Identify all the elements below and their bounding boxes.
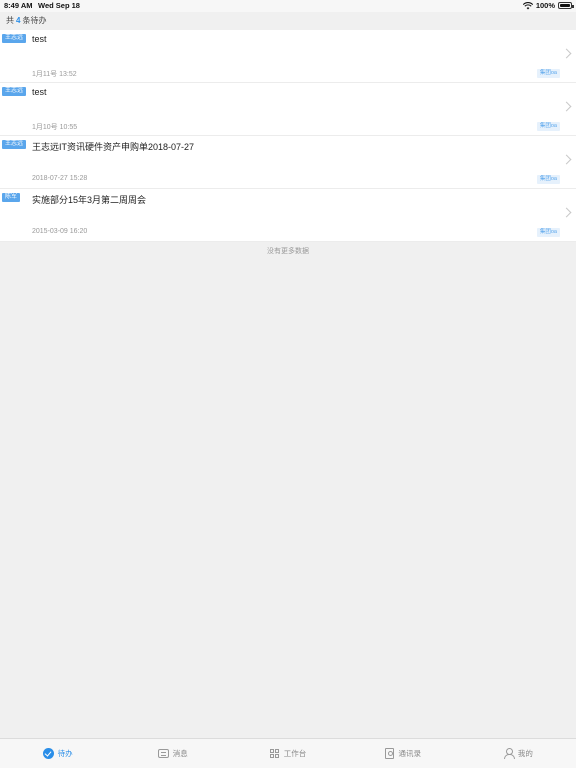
source-badge: 集团oa	[536, 175, 560, 184]
status-bar: 8:49 AM Wed Sep 18 100%	[0, 0, 576, 12]
todo-title: test	[32, 87, 47, 97]
workbench-icon	[269, 748, 280, 759]
todo-icon	[42, 748, 54, 759]
todo-title: 王志远IT资讯硬件资产申购单2018-07-27	[32, 142, 195, 152]
chevron-right-icon	[561, 207, 572, 218]
todo-title: test	[32, 34, 47, 44]
chevron-right-icon	[561, 48, 572, 59]
contacts-icon	[385, 748, 395, 759]
tab-label: 通讯录	[398, 749, 421, 758]
todo-list: 王志远 test 1月11号 13:52 集团oa 王志远 test 1月10号…	[0, 30, 576, 242]
sender-tag: 王志远	[2, 87, 27, 96]
todo-time: 1月11号 13:52	[32, 71, 77, 78]
todo-count: 4	[16, 16, 21, 25]
battery-icon	[558, 2, 574, 9]
source-badge: 集团oa	[536, 69, 560, 78]
tab-workbench[interactable]: 工作台	[230, 739, 345, 768]
todo-item[interactable]: 王志远 test 1月10号 10:55 集团oa	[0, 83, 576, 136]
tab-profile[interactable]: 我的	[461, 739, 576, 768]
source-badge: 集团oa	[536, 122, 560, 131]
status-right: 100%	[522, 1, 574, 10]
todo-time: 2015-03-09 16:20	[32, 228, 88, 235]
chevron-right-icon	[561, 101, 572, 112]
todo-item[interactable]: 王志远 王志远IT资讯硬件资产申购单2018-07-27 2018-07-27 …	[0, 136, 576, 189]
summary-prefix: 共	[6, 16, 14, 25]
tab-todo[interactable]: 待办	[0, 739, 115, 768]
battery-percent: 100%	[535, 1, 555, 10]
source-badge: 集团oa	[536, 228, 560, 237]
todo-time: 1月10号 10:55	[32, 124, 78, 131]
chevron-right-icon	[561, 154, 572, 165]
status-time: 8:49 AM	[4, 1, 33, 10]
tab-label: 待办	[57, 749, 73, 758]
tab-contacts[interactable]: 通讯录	[346, 739, 461, 768]
tab-messages[interactable]: 消息	[115, 739, 230, 768]
tab-bar: 待办 消息 工作台 通讯录 我的	[0, 738, 576, 768]
no-more-data: 没有更多数据	[267, 248, 309, 255]
message-icon	[157, 749, 169, 758]
tab-label: 消息	[172, 749, 188, 758]
tab-label: 我的	[517, 749, 533, 758]
status-date: Wed Sep 18	[38, 1, 80, 10]
todo-item[interactable]: 陈军 实施部分15年3月第二周周会 2015-03-09 16:20 集团oa	[0, 189, 576, 242]
sender-tag: 陈军	[2, 193, 21, 202]
sender-tag: 王志远	[2, 140, 27, 149]
todo-time: 2018-07-27 15:28	[32, 175, 88, 182]
todo-item[interactable]: 王志远 test 1月11号 13:52 集团oa	[0, 30, 576, 83]
tab-label: 工作台	[283, 749, 307, 758]
todo-title: 实施部分15年3月第二周周会	[32, 195, 147, 205]
todo-summary: 共 4 条待办	[0, 12, 576, 30]
sender-tag: 王志远	[2, 34, 27, 43]
profile-icon	[503, 748, 515, 759]
summary-suffix: 条待办	[22, 16, 47, 25]
wifi-icon	[522, 1, 533, 9]
